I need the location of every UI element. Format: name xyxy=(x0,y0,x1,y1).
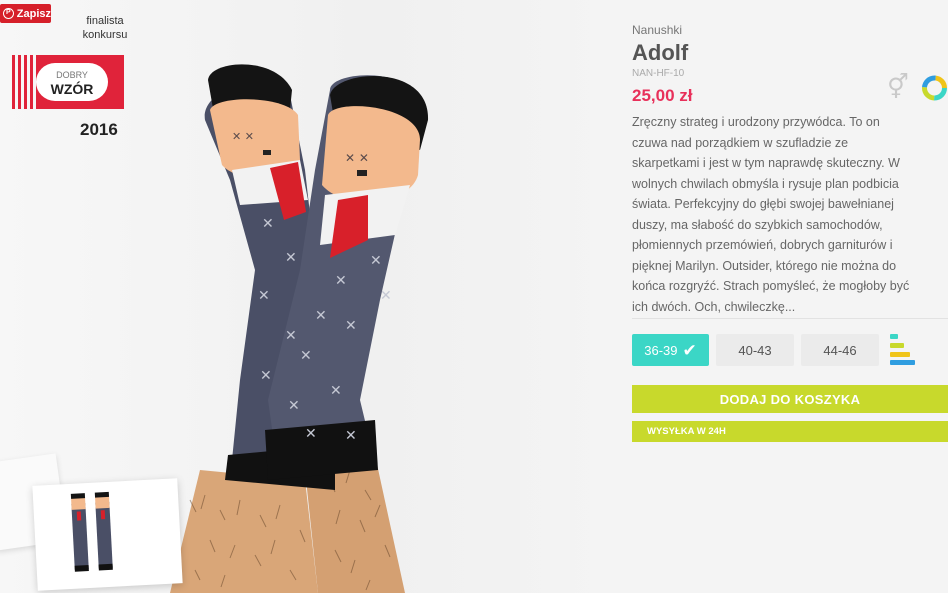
shipping-info-bar: WYSYŁKA W 24H xyxy=(632,421,948,442)
pinterest-save-button[interactable]: P Zapisz xyxy=(0,4,51,23)
unisex-gender-icon: ⚥ xyxy=(887,74,909,101)
award-year: 2016 xyxy=(80,120,118,139)
svg-text:✕: ✕ xyxy=(262,216,274,232)
size-label: 36-39 xyxy=(644,342,678,358)
pinterest-save-label: Zapisz xyxy=(16,7,51,20)
svg-text:✕ ✕: ✕ ✕ xyxy=(345,151,369,165)
product-hero-image: ✕ ✕ ✕ ✕ ✕ ✕ ✕ ✕ ✕ ✕ ✕ ✕ ✕ ✕ ✕ ✕ ✕ ✕ ✕ P Zapisz fin… xyxy=(0,0,620,593)
svg-text:✕: ✕ xyxy=(345,318,357,334)
size-guide-icon[interactable] xyxy=(890,334,916,366)
svg-text:✕: ✕ xyxy=(335,273,347,289)
product-sku: NAN-HF-10 xyxy=(632,68,685,79)
size-option-36-39[interactable]: 36-39 ✔ xyxy=(632,334,709,366)
svg-text:✕: ✕ xyxy=(285,250,297,266)
description-line: końca rozgryźć. Strach pomyśleć, że mogł… xyxy=(632,279,910,293)
product-details-panel: Nanushki Adolf NAN-HF-10 25,00 zł ⚥ Zręc… xyxy=(632,0,948,593)
product-brand[interactable]: Nanushki xyxy=(632,23,682,37)
svg-text:✕: ✕ xyxy=(380,288,392,304)
svg-text:✕: ✕ xyxy=(288,398,300,414)
check-icon: ✔ xyxy=(682,340,697,360)
award-caption: finalista konkursu xyxy=(70,14,140,42)
thumbnail-socks-image xyxy=(70,491,113,572)
svg-text:✕: ✕ xyxy=(330,383,342,399)
description-line: duszy, ma słabość do szybkich samochodów… xyxy=(632,217,883,232)
svg-text:✕ ✕: ✕ ✕ xyxy=(232,130,254,143)
description-line: skarpetkami i jest w tym naprawdę skutec… xyxy=(632,156,900,170)
size-option-44-46[interactable]: 44-46 xyxy=(801,334,879,366)
svg-text:✕: ✕ xyxy=(315,308,327,324)
product-thumbnail[interactable] xyxy=(32,478,183,591)
color-ring-icon[interactable] xyxy=(921,73,948,103)
svg-text:✕: ✕ xyxy=(370,253,382,269)
award-logo-line1: DOBRY xyxy=(56,70,88,80)
product-description: Zręczny strateg i urodzony przywódca. To… xyxy=(632,112,948,317)
description-line: czuwa nad porządkiem w szufladzie ze xyxy=(632,135,849,150)
add-to-cart-button[interactable]: DODAJ DO KOSZYKA xyxy=(632,385,948,413)
pinterest-icon: P xyxy=(3,8,14,19)
svg-text:✕: ✕ xyxy=(285,328,297,344)
description-line: świata. Perfekcyjny do głębi swojej bawe… xyxy=(632,197,894,211)
description-line: płomiennych przemówień, dobrych garnitur… xyxy=(632,238,893,252)
svg-text:✕: ✕ xyxy=(258,288,270,304)
award-logo-line2: WZÓR xyxy=(51,80,94,97)
size-option-40-43[interactable]: 40-43 xyxy=(716,334,794,366)
description-line: wolnych chwilach obmyśla i rysuje plan p… xyxy=(632,176,899,191)
description-line: ich dwóch. Och, chwileczkę... xyxy=(632,299,796,314)
svg-text:✕: ✕ xyxy=(345,428,357,444)
svg-text:✕: ✕ xyxy=(305,426,317,442)
product-price: 25,00 zł xyxy=(632,86,693,105)
award-caption-line1: finalista xyxy=(86,15,124,27)
svg-text:✕: ✕ xyxy=(300,348,312,364)
dobry-wzor-award-logo: DOBRY WZÓR xyxy=(12,55,124,109)
svg-text:✕: ✕ xyxy=(260,368,272,384)
size-selector: 36-39 ✔ 40-43 44-46 xyxy=(632,334,879,366)
size-label: 44-46 xyxy=(823,342,857,358)
product-title: Adolf xyxy=(632,40,689,65)
award-caption-line2: konkursu xyxy=(82,29,128,41)
divider xyxy=(632,318,948,319)
size-label: 40-43 xyxy=(738,342,772,358)
description-line: pięknej Marilyn. Outsider, którego nie m… xyxy=(632,258,897,273)
description-line: Zręczny strateg i urodzony przywódca. To… xyxy=(632,115,880,129)
